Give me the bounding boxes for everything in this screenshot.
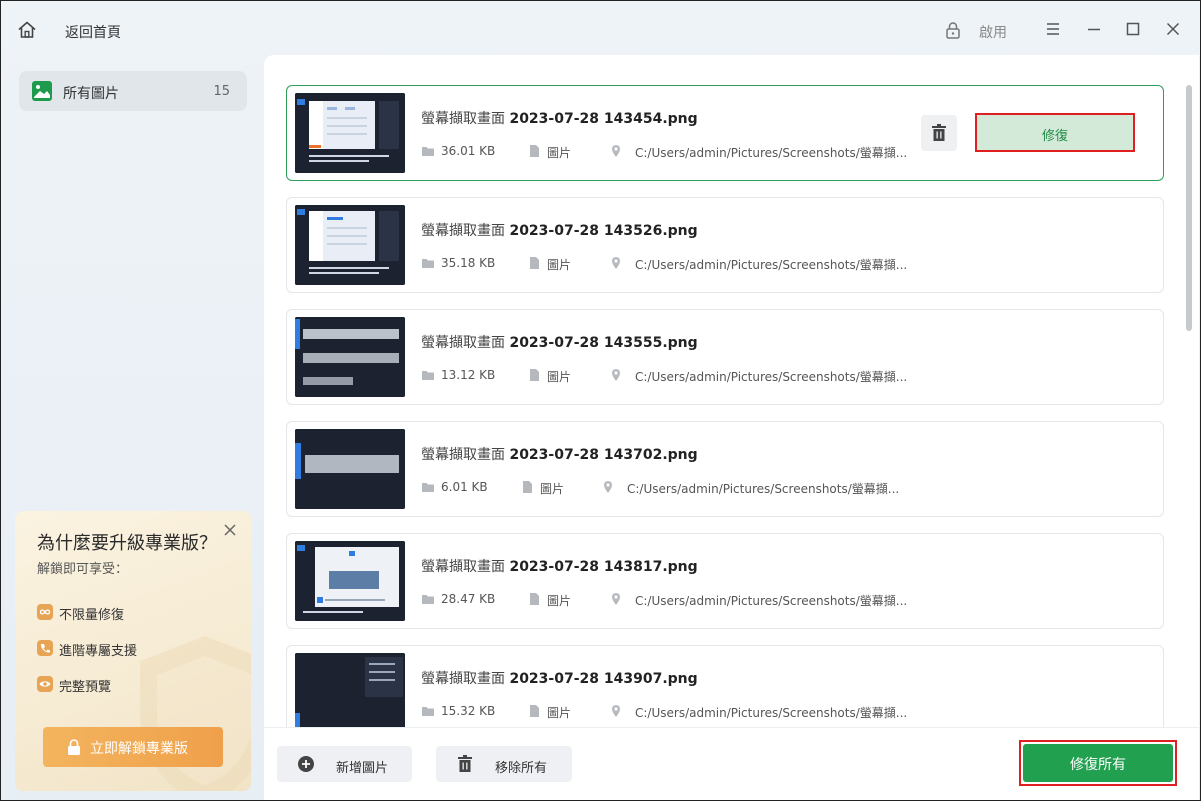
file-icon: [530, 593, 539, 605]
minimize-icon[interactable]: [1083, 18, 1105, 40]
sidebar-item-count: 15: [213, 84, 230, 99]
add-picture-button[interactable]: 新增圖片: [277, 746, 412, 782]
lock-icon: [946, 22, 960, 39]
file-icon: [530, 705, 539, 717]
location-pin-icon: [612, 257, 620, 269]
file-card[interactable]: 螢幕擷取畫面 2023-07-28 143526.png 35.18 KB 圖片…: [286, 197, 1164, 293]
file-name: 螢幕擷取畫面 2023-07-28 143702.png: [421, 447, 698, 463]
repair-button[interactable]: 修復: [975, 113, 1135, 152]
sidebar-item-all-pictures[interactable]: 所有圖片 15: [19, 71, 247, 111]
add-circle-icon: [298, 756, 314, 772]
file-thumbnail: [295, 653, 405, 727]
folder-icon: [422, 259, 434, 268]
menu-icon[interactable]: [1042, 18, 1064, 40]
file-thumbnail: [295, 317, 405, 397]
folder-icon: [422, 483, 434, 492]
back-to-home-link[interactable]: 返回首頁: [65, 22, 121, 42]
activate-link[interactable]: 啟用: [979, 22, 1007, 42]
file-icon: [530, 257, 539, 269]
close-icon[interactable]: [1162, 18, 1184, 40]
location-pin-icon: [612, 369, 620, 381]
file-icon: [523, 481, 532, 493]
folder-icon: [422, 147, 434, 156]
file-thumbnail: [295, 93, 405, 173]
file-card[interactable]: 螢幕擷取畫面 2023-07-28 143907.png 15.32 KB 圖片…: [286, 645, 1164, 727]
picture-icon: [32, 81, 52, 101]
file-thumbnail: [295, 429, 405, 509]
file-card[interactable]: 螢幕擷取畫面 2023-07-28 143702.png 6.01 KB 圖片 …: [286, 421, 1164, 517]
location-pin-icon: [612, 145, 620, 157]
infinity-icon: [37, 604, 53, 620]
title-bar: 返回首頁 啟用: [1, 1, 1200, 57]
location-pin-icon: [612, 705, 620, 717]
folder-icon: [422, 371, 434, 380]
upgrade-promo-panel: 為什麼要升級專業版？ 解鎖即可享受： 不限量修復 進階專屬支援 完整預覽 立即解…: [15, 511, 251, 791]
file-name: 螢幕擷取畫面 2023-07-28 143454.png: [421, 111, 698, 127]
file-name: 螢幕擷取畫面 2023-07-28 143907.png: [421, 671, 698, 687]
file-icon: [530, 369, 539, 381]
sidebar-item-label: 所有圖片: [63, 86, 119, 102]
main-panel: 螢幕擷取畫面 2023-07-28 143454.png 36.01 KB 圖片…: [264, 55, 1199, 800]
location-pin-icon: [612, 593, 620, 605]
delete-button[interactable]: [921, 115, 957, 151]
bottom-action-bar: 新增圖片 移除所有 修復所有: [264, 727, 1199, 800]
folder-icon: [422, 707, 434, 716]
file-name: 螢幕擷取畫面 2023-07-28 143555.png: [421, 335, 698, 351]
trash-icon: [932, 124, 946, 141]
file-card[interactable]: 螢幕擷取畫面 2023-07-28 143555.png 13.12 KB 圖片…: [286, 309, 1164, 405]
trash-icon: [458, 755, 472, 772]
support-icon: [37, 640, 53, 656]
file-card[interactable]: 螢幕擷取畫面 2023-07-28 143817.png 28.47 KB 圖片…: [286, 533, 1164, 629]
app-window: 返回首頁 啟用 所有圖片 15 為什麼要升級專業版？ 解鎖即可享受： 不限量修復…: [0, 0, 1201, 801]
repair-all-button[interactable]: 修復所有: [1019, 740, 1177, 786]
file-card[interactable]: 螢幕擷取畫面 2023-07-28 143454.png 36.01 KB 圖片…: [286, 85, 1164, 181]
file-thumbnail: [295, 205, 405, 285]
file-name: 螢幕擷取畫面 2023-07-28 143817.png: [421, 559, 698, 575]
file-icon: [530, 145, 539, 157]
list-scrollbar[interactable]: [1186, 85, 1192, 331]
shield-decoration-icon: [140, 636, 251, 791]
eye-icon: [37, 676, 53, 692]
lock-icon: [68, 739, 80, 755]
promo-close-icon[interactable]: [223, 523, 237, 537]
unlock-pro-button[interactable]: 立即解鎖專業版: [43, 727, 223, 767]
promo-title: 為什麼要升級專業版？: [37, 533, 217, 554]
location-pin-icon: [604, 481, 612, 493]
folder-icon: [422, 595, 434, 604]
home-icon[interactable]: [17, 20, 37, 40]
maximize-icon[interactable]: [1122, 18, 1144, 40]
file-name: 螢幕擷取畫面 2023-07-28 143526.png: [421, 223, 698, 239]
file-list: 螢幕擷取畫面 2023-07-28 143454.png 36.01 KB 圖片…: [264, 55, 1199, 727]
file-thumbnail: [295, 541, 405, 621]
remove-all-button[interactable]: 移除所有: [436, 746, 572, 782]
promo-subtitle: 解鎖即可享受：: [37, 562, 129, 577]
